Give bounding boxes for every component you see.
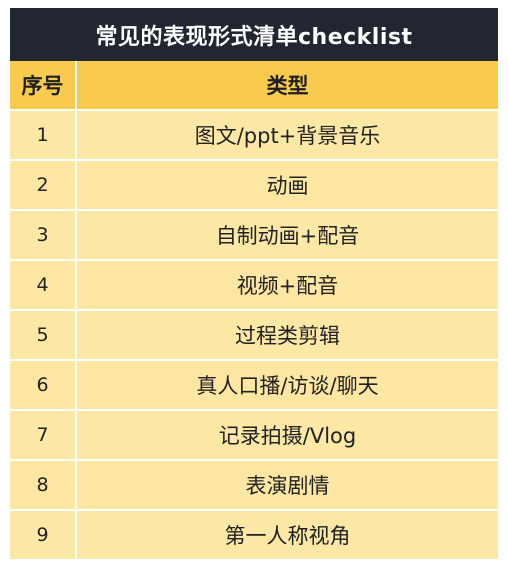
table-title: 常见的表现形式清单checklist	[10, 8, 498, 61]
row-type: 表演剧情	[245, 474, 330, 498]
table-body: 1 图文/ppt+背景音乐 2 动画 3 自制动画+配音 4 视频+配音 5 过…	[10, 111, 498, 561]
row-index: 3	[10, 211, 77, 259]
table-row: 7 记录拍摄/Vlog	[10, 411, 498, 461]
row-index: 9	[10, 511, 77, 559]
header-index: 序号	[10, 61, 77, 109]
row-index: 7	[10, 411, 77, 459]
table-row: 4 视频+配音	[10, 261, 498, 311]
row-type: 第一人称视角	[224, 524, 351, 548]
row-index: 1	[10, 111, 77, 159]
row-type: 图文/ppt+背景音乐	[194, 124, 381, 148]
row-index: 6	[10, 361, 77, 409]
table-row: 5 过程类剪辑	[10, 311, 498, 361]
header-type: 类型	[266, 74, 309, 98]
row-index: 4	[10, 261, 77, 309]
checklist-table: 常见的表现形式清单checklist 序号 类型 1 图文/ppt+背景音乐 2…	[10, 8, 498, 561]
row-index: 8	[10, 461, 77, 509]
table-row: 3 自制动画+配音	[10, 211, 498, 261]
table-row: 2 动画	[10, 161, 498, 211]
row-index: 2	[10, 161, 77, 209]
table-header-row: 序号 类型	[10, 61, 498, 111]
row-type: 记录拍摄/Vlog	[218, 424, 357, 448]
table-row: 6 真人口播/访谈/聊天	[10, 361, 498, 411]
row-type: 过程类剪辑	[235, 324, 340, 348]
row-type: 自制动画+配音	[215, 224, 360, 248]
row-index: 5	[10, 311, 77, 359]
row-type: 真人口播/访谈/聊天	[196, 374, 379, 398]
table-row: 1 图文/ppt+背景音乐	[10, 111, 498, 161]
table-row: 9 第一人称视角	[10, 511, 498, 561]
row-type: 动画	[266, 174, 309, 198]
row-type: 视频+配音	[236, 274, 339, 298]
table-row: 8 表演剧情	[10, 461, 498, 511]
